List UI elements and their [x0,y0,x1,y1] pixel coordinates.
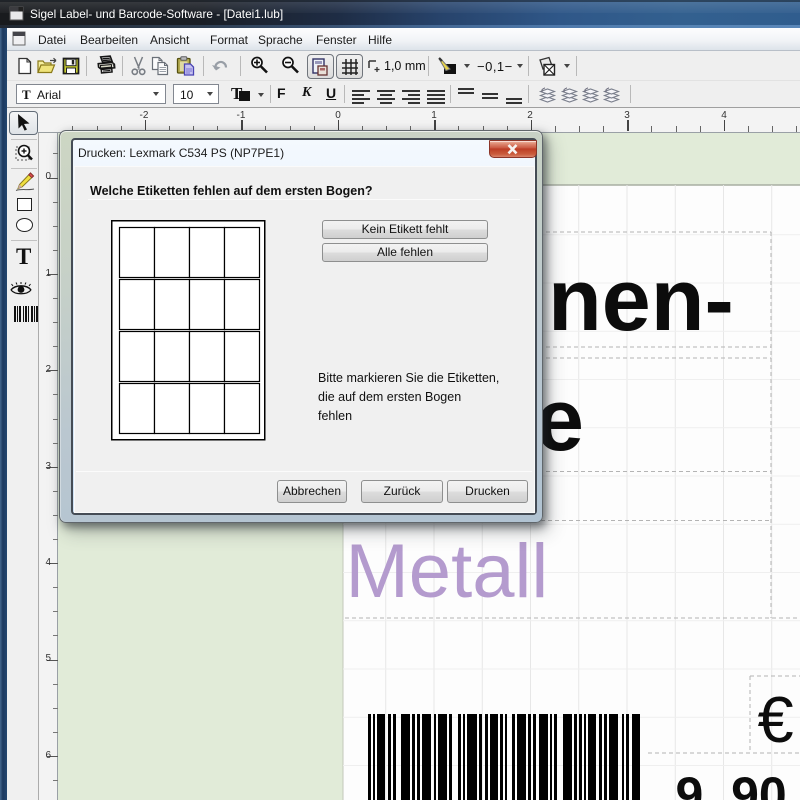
svg-text:9, 90: 9, 90 [676,767,787,800]
svg-text:€: € [758,683,794,756]
svg-text:nen-: nen- [548,250,734,349]
svg-text:Metall: Metall [346,529,549,614]
